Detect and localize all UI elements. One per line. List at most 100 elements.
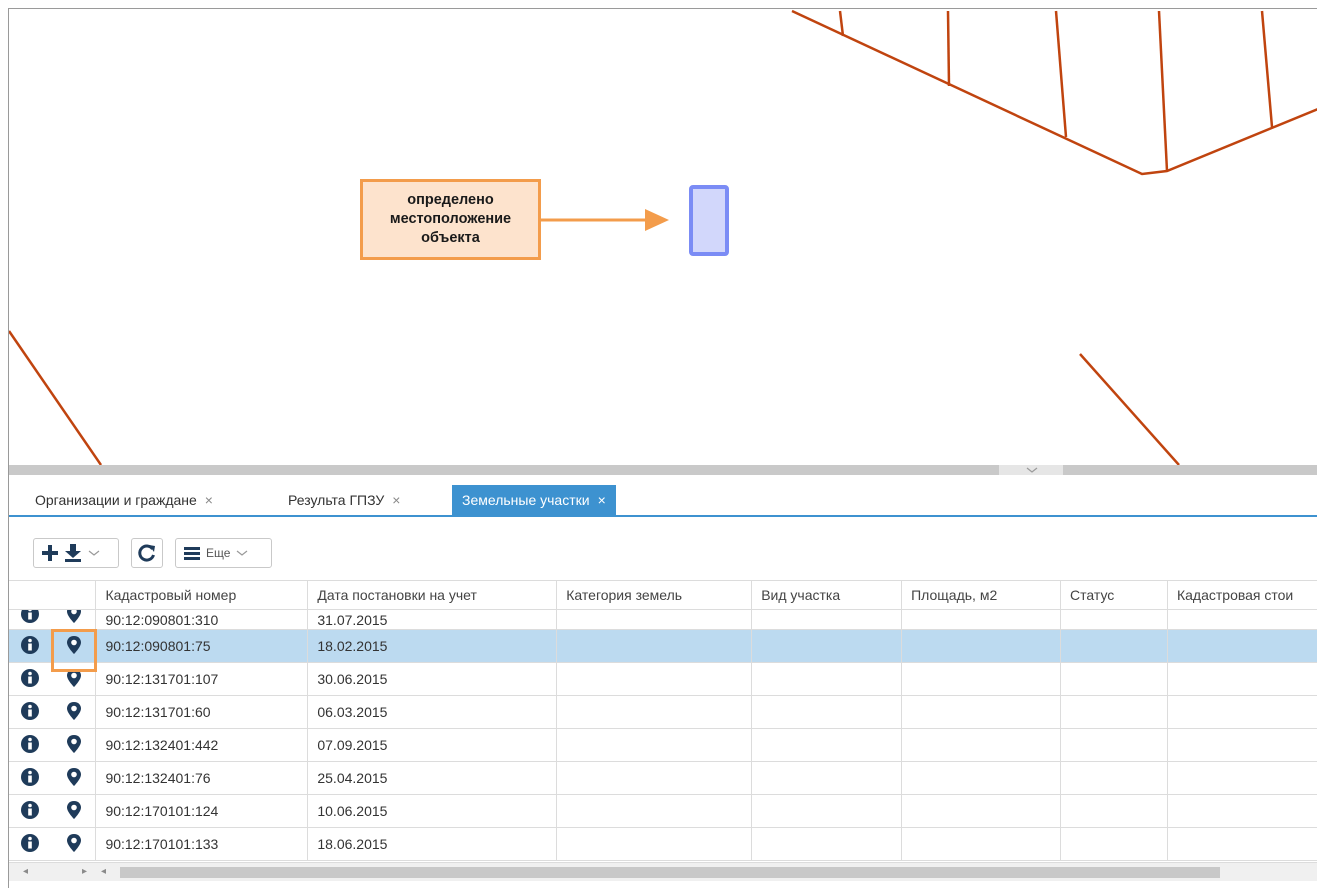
column-header[interactable]: Дата постановки на учет [307,580,558,610]
scroll-right-icon[interactable]: ▸ [82,866,87,877]
empty-cell [751,609,903,630]
empty-cell [901,662,1062,696]
locate-cell[interactable] [51,609,97,630]
column-header[interactable]: Кадастровая стои [1167,580,1317,610]
info-cell[interactable] [9,609,52,630]
table-row[interactable]: 90:12:170101:124 10.06.2015 [9,794,1317,828]
map-pin-icon[interactable] [66,609,82,624]
close-icon[interactable]: × [205,492,213,508]
close-icon[interactable]: × [392,492,400,508]
map-canvas[interactable] [9,9,1317,465]
located-object-marker[interactable] [689,185,729,256]
column-header[interactable]: Статус [1060,580,1168,610]
empty-cell [556,794,753,828]
info-cell[interactable] [9,662,52,696]
info-icon[interactable] [20,668,40,688]
empty-cell [1167,609,1317,630]
empty-cell [901,609,1062,630]
empty-cell [1060,827,1168,861]
locate-cell[interactable] [51,827,97,861]
empty-cell [1167,794,1317,828]
locate-column-header [51,580,97,610]
locate-cell[interactable] [51,761,97,795]
table-row[interactable]: 90:12:131701:107 30.06.2015 [9,662,1317,696]
empty-cell [751,662,903,696]
cadastral-number-cell: 90:12:131701:60 [95,695,309,729]
empty-cell [556,827,753,861]
empty-cell [1060,662,1168,696]
empty-cell [901,695,1062,729]
close-icon[interactable]: × [598,492,606,508]
empty-cell [1167,728,1317,762]
info-icon[interactable] [20,833,40,853]
info-icon[interactable] [20,767,40,787]
empty-cell [1167,662,1317,696]
empty-cell [751,827,903,861]
map-pin-icon[interactable] [66,734,82,754]
table-row[interactable]: 90:12:132401:442 07.09.2015 [9,728,1317,762]
refresh-button[interactable] [131,538,163,568]
splitter-grip[interactable] [999,465,1063,475]
registration-date-cell: 18.02.2015 [307,629,558,663]
locate-cell[interactable] [51,794,97,828]
map-view[interactable]: определено местоположение объекта [9,9,1317,465]
download-icon[interactable] [64,543,82,563]
map-pin-icon[interactable] [66,668,82,688]
map-pin-icon[interactable] [66,833,82,853]
registration-date-cell: 07.09.2015 [307,728,558,762]
column-header[interactable]: Площадь, м2 [901,580,1062,610]
table-row[interactable]: 90:12:170101:133 18.06.2015 [9,827,1317,861]
locate-cell[interactable] [51,629,97,663]
locate-cell[interactable] [51,695,97,729]
table-row[interactable]: 90:12:090801:75 18.02.2015 [9,629,1317,663]
info-icon[interactable] [20,635,40,655]
empty-cell [901,761,1062,795]
table-row[interactable]: 90:12:131701:60 06.03.2015 [9,695,1317,729]
info-cell[interactable] [9,695,52,729]
scrollbar-thumb[interactable] [120,867,1220,878]
data-table: Кадастровый номер Дата постановки на уче… [9,580,1317,861]
map-pin-icon[interactable] [66,635,82,655]
panel-splitter[interactable] [9,465,1317,475]
horizontal-scrollbar[interactable]: ◂ ▸ ◂ [9,862,1317,881]
registration-date-cell: 06.03.2015 [307,695,558,729]
table-row[interactable]: 90:12:132401:76 25.04.2015 [9,761,1317,795]
scroll-left-icon[interactable]: ◂ [23,866,28,877]
cadastral-number-cell: 90:12:090801:310 [95,609,309,630]
empty-cell [1167,629,1317,663]
info-icon[interactable] [20,734,40,754]
map-pin-icon[interactable] [66,767,82,787]
tab-gpzu-results[interactable]: Результа ГПЗУ × [278,485,410,515]
tab-land-plots[interactable]: Земельные участки × [452,485,616,515]
info-icon[interactable] [20,701,40,721]
info-cell[interactable] [9,728,52,762]
tab-label: Организации и граждане [35,492,197,508]
tab-organizations[interactable]: Организации и граждане × [25,485,223,515]
info-cell[interactable] [9,827,52,861]
locate-cell[interactable] [51,662,97,696]
plus-icon[interactable] [40,543,60,563]
info-cell[interactable] [9,761,52,795]
chevron-down-icon[interactable] [88,548,100,558]
info-icon[interactable] [20,609,40,624]
info-cell[interactable] [9,629,52,663]
info-icon[interactable] [20,800,40,820]
column-header[interactable]: Категория земель [556,580,753,610]
registration-date-cell: 25.04.2015 [307,761,558,795]
more-button[interactable]: Еще [175,538,272,568]
chevron-down-icon [237,550,248,556]
info-cell[interactable] [9,794,52,828]
cadastral-number-cell: 90:12:170101:124 [95,794,309,828]
scroll-left-icon[interactable]: ◂ [101,866,106,877]
registration-date-cell: 18.06.2015 [307,827,558,861]
empty-cell [901,827,1062,861]
locate-cell[interactable] [51,728,97,762]
map-pin-icon[interactable] [66,800,82,820]
add-download-button-group [33,538,119,568]
column-header[interactable]: Кадастровый номер [95,580,309,610]
empty-cell [751,728,903,762]
column-header[interactable]: Вид участка [751,580,903,610]
table-row[interactable]: 90:12:090801:310 31.07.2015 [9,609,1317,630]
map-pin-icon[interactable] [66,701,82,721]
empty-cell [556,662,753,696]
